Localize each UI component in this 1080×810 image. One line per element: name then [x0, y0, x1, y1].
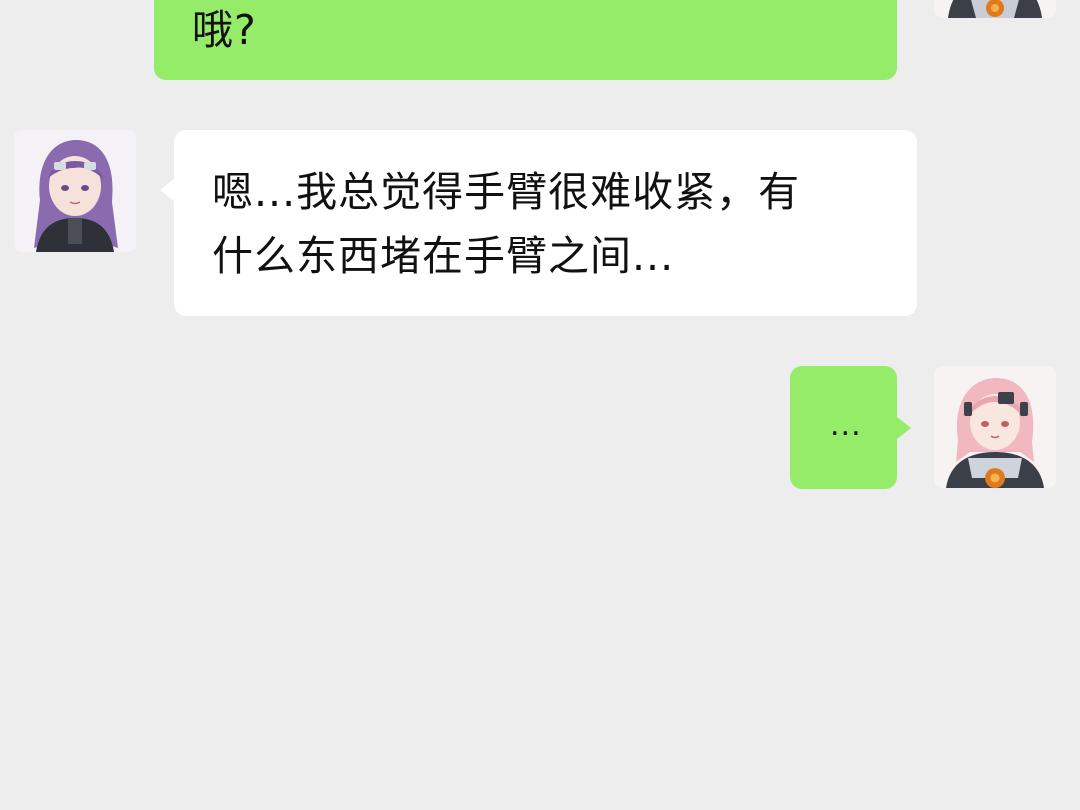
- pink-hair-girl-avatar-icon: [934, 366, 1056, 488]
- bubble-tail-left: [160, 179, 174, 201]
- message-text-line: 嗯...我总觉得手臂很难收紧，有: [212, 168, 801, 216]
- pink-hair-girl-avatar-icon[interactable]: [934, 0, 1056, 18]
- message-bubble-other[interactable]: 嗯...我总觉得手臂很难收紧，有 什么东西堵在手臂之间...: [174, 130, 917, 316]
- message-bubble-self[interactable]: 哦?: [154, 0, 897, 80]
- bubble-tail-right: [897, 417, 911, 439]
- message-bubble-self[interactable]: ...: [790, 366, 897, 489]
- message-text-line: ...: [830, 408, 862, 443]
- message-text-line: 什么东西堵在手臂之间...: [212, 232, 675, 280]
- message-text-line: 哦?: [192, 6, 257, 54]
- pink-hair-girl-avatar-icon[interactable]: [934, 366, 1056, 488]
- purple-hair-girl-avatar-icon[interactable]: [14, 130, 136, 252]
- chat-conversation: 哦? 嗯...我总觉得手臂很难收紧，有 什么东西堵在手臂之间... ...: [0, 0, 1080, 810]
- purple-hair-girl-avatar-icon: [14, 130, 136, 252]
- pink-hair-girl-avatar-icon: [934, 0, 1056, 18]
